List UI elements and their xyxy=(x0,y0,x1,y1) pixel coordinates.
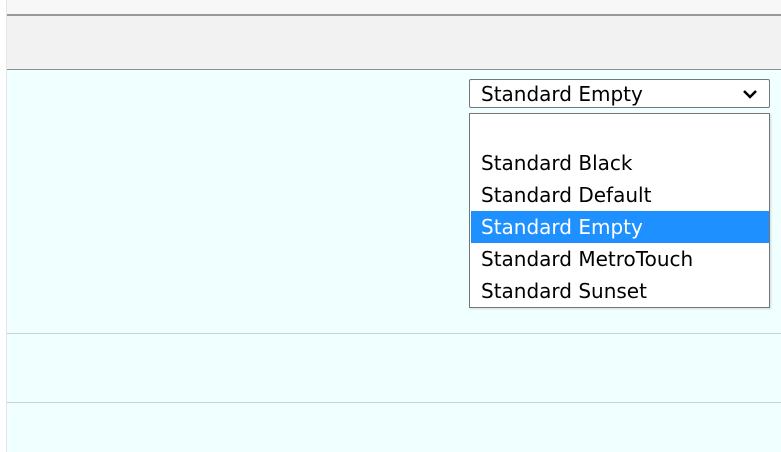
option-standard-empty[interactable]: Standard Empty xyxy=(471,211,769,243)
option-blank[interactable] xyxy=(471,115,769,147)
option-standard-sunset[interactable]: Standard Sunset xyxy=(471,275,769,307)
option-standard-default[interactable]: Standard Default xyxy=(471,179,769,211)
top-strip xyxy=(7,0,781,16)
row-divider xyxy=(7,333,781,334)
option-standard-black[interactable]: Standard Black xyxy=(471,147,769,179)
theme-select[interactable]: Standard Empty xyxy=(469,79,770,108)
app-frame: Standard Empty Standard Black Standard D… xyxy=(6,0,781,452)
toolbar xyxy=(7,16,781,70)
content-area: Standard Empty Standard Black Standard D… xyxy=(7,71,781,452)
row-divider xyxy=(7,402,781,403)
theme-select-value: Standard Empty xyxy=(481,82,643,106)
chevron-down-icon xyxy=(743,90,757,99)
option-standard-metrotouch[interactable]: Standard MetroTouch xyxy=(471,243,769,275)
theme-select-dropdown: Standard Black Standard Default Standard… xyxy=(469,113,770,308)
